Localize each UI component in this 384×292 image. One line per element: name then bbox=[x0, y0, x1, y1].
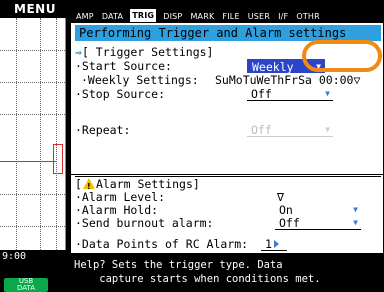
tab-bar: AMP DATA TRIG DISP MARK FILE USER I/F OT… bbox=[70, 8, 384, 22]
grid-line bbox=[0, 114, 65, 115]
send-burnout-alarm-value: Off bbox=[279, 216, 300, 230]
stop-source-label: ·Stop Source: bbox=[75, 87, 166, 101]
time-readout: 9:00 bbox=[0, 250, 66, 263]
alarm-settings-heading: [Alarm Settings] bbox=[75, 177, 200, 194]
repeat-select: Off ▼ bbox=[247, 123, 333, 137]
alarm-hold-label: ·Alarm Hold: bbox=[75, 203, 159, 217]
alarm-level-value[interactable]: ∇ bbox=[277, 190, 284, 204]
weekly-settings-label: ·Weekly Settings: bbox=[81, 73, 199, 87]
usb-status-badge: USB DATA bbox=[4, 278, 48, 292]
help-text-line2: capture starts when conditions met. bbox=[74, 273, 321, 285]
chevron-down-icon: ▼ bbox=[353, 218, 358, 227]
tab-if[interactable]: I/F bbox=[276, 11, 290, 22]
rc-alarm-points-stepper[interactable]: 1 bbox=[261, 237, 287, 251]
trace-line bbox=[0, 161, 56, 162]
alarm-settings-section: [Alarm Settings] ·Alarm Level: ∇ ·Alarm … bbox=[75, 176, 381, 251]
waveform-graph bbox=[0, 18, 66, 250]
alarm-level-label: ·Alarm Level: bbox=[75, 190, 166, 204]
tab-mark[interactable]: MARK bbox=[188, 11, 216, 22]
grid-line bbox=[0, 194, 65, 195]
increment-arrow-icon bbox=[273, 240, 279, 248]
send-burnout-alarm-select[interactable]: Off ▼ bbox=[275, 216, 361, 230]
grid-line bbox=[40, 18, 41, 250]
help-text-line1: Help? Sets the trigger type. Data bbox=[74, 259, 283, 271]
chevron-down-icon: ▼ bbox=[325, 125, 330, 134]
start-source-select[interactable]: Weekly ▼ bbox=[247, 59, 325, 74]
menu-button[interactable]: MENU bbox=[0, 0, 70, 18]
settings-panel: Performing Trigger and Alarm settings ⇝[… bbox=[70, 22, 384, 254]
stop-source-select[interactable]: Off ▼ bbox=[247, 87, 333, 101]
trigger-icon: ⇝ bbox=[75, 45, 82, 59]
grid-line bbox=[56, 18, 57, 250]
chevron-down-icon: ▼ bbox=[325, 89, 330, 98]
section-divider bbox=[71, 174, 384, 175]
rc-alarm-points-value: 1 bbox=[265, 237, 272, 251]
alarm-hold-value: On bbox=[279, 203, 293, 217]
warning-icon bbox=[82, 178, 95, 194]
trigger-settings-heading: ⇝[ Trigger Settings] bbox=[75, 45, 214, 59]
tab-user[interactable]: USER bbox=[246, 11, 272, 22]
usb-sub-label: DATA bbox=[16, 284, 36, 292]
grid-line bbox=[0, 82, 65, 83]
help-bar: Help? Sets the trigger type. Data captur… bbox=[70, 254, 384, 292]
send-burnout-alarm-label: ·Send burnout alarm: bbox=[75, 216, 214, 230]
alarm-hold-select[interactable]: On ▼ bbox=[275, 203, 361, 217]
rc-alarm-points-label: ·Data Points of RC Alarm: bbox=[75, 237, 249, 251]
tab-amp[interactable]: AMP bbox=[74, 11, 96, 22]
grid-line bbox=[16, 18, 17, 250]
grid-line bbox=[0, 50, 65, 51]
left-panel: MENU 9:00 USB DATA bbox=[0, 0, 70, 292]
repeat-value: Off bbox=[251, 123, 272, 137]
start-source-value: Weekly bbox=[252, 60, 294, 74]
weekly-settings-value[interactable]: SuMoTuWeThFrSa 00:00▽ bbox=[215, 73, 360, 87]
grid-line bbox=[0, 226, 65, 227]
tab-othr[interactable]: OTHR bbox=[294, 11, 322, 22]
trace-marker bbox=[53, 144, 63, 174]
tab-file[interactable]: FILE bbox=[220, 11, 241, 22]
start-source-label: ·Start Source: bbox=[75, 59, 172, 73]
chevron-down-icon: ▼ bbox=[316, 62, 321, 71]
tab-data[interactable]: DATA bbox=[100, 11, 125, 22]
page-title: Performing Trigger and Alarm settings bbox=[75, 25, 381, 41]
stop-source-value: Off bbox=[251, 87, 272, 101]
tab-trig[interactable]: TRIG bbox=[129, 8, 158, 22]
repeat-label: ·Repeat: bbox=[75, 123, 131, 137]
trigger-settings-section: ⇝[ Trigger Settings] ·Start Source: Week… bbox=[75, 45, 381, 172]
chevron-down-icon: ▼ bbox=[353, 205, 358, 214]
tab-disp[interactable]: DISP bbox=[161, 11, 184, 22]
level-down-icon: ▽ bbox=[353, 73, 361, 87]
